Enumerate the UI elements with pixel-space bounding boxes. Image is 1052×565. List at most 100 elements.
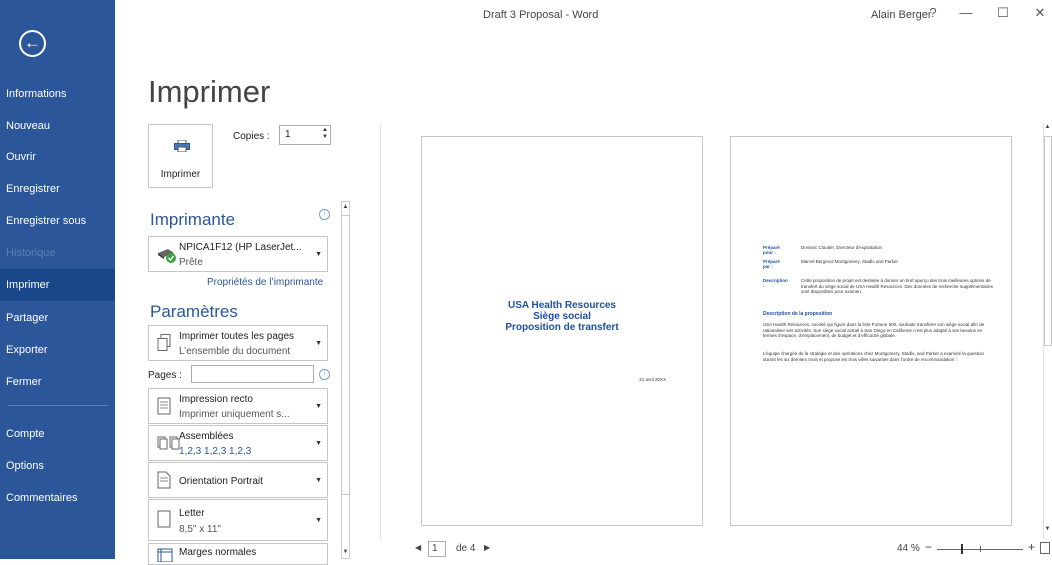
current-page-input[interactable]: 1 [428,541,446,557]
orientation-dropdown[interactable]: Orientation Portrait ▼ [148,462,328,498]
nav-informations[interactable]: Informations [0,78,115,110]
nav-historique: Historique [6,247,56,259]
chevron-down-icon: ▼ [315,517,322,524]
nav-compte[interactable]: Compte [0,418,115,450]
cover-title: USA Health Resources Siège social Propos… [422,300,702,333]
cover-title-line: Siège social [533,311,591,322]
info-icon[interactable]: i [319,369,330,380]
margins-label: Marges normales [179,547,257,558]
margins-icon [157,548,173,562]
collate-icon [157,436,180,450]
info-icon[interactable]: i [319,209,330,220]
scroll-down-icon[interactable]: ▼ [1043,526,1052,538]
zoom-slider-thumb[interactable] [961,544,963,554]
orientation-label: Orientation Portrait [179,476,263,487]
scroll-thumb[interactable] [341,215,350,495]
chevron-down-icon: ▼ [315,340,322,347]
nav-ouvrir[interactable]: Ouvrir [0,141,115,173]
proposal-paragraph-1: USA Health Resources, société qui figure… [763,322,985,338]
prepared-by-label: Préparé par : [763,259,780,269]
minimize-icon[interactable]: — [954,5,978,20]
settings-scrollbar[interactable]: ▲ ▼ [340,201,351,559]
maximize-icon[interactable]: ☐ [991,5,1015,21]
paper-icon [157,510,171,528]
scroll-down-icon[interactable]: ▼ [341,546,350,558]
chevron-down-icon: ▼ [315,403,322,410]
chevron-down-icon: ▼ [315,477,322,484]
zoom-slider-tick [980,546,981,552]
preview-scrollbar[interactable]: ▲ ▼ [1043,124,1052,539]
copies-spinner[interactable]: ▲ ▼ [322,127,328,141]
nav-imprimer[interactable]: Imprimer [0,269,115,301]
description-value: Cette proposition de projet est destinée… [801,278,993,294]
chevron-down-icon: ▼ [315,251,322,258]
nav-enregistrer-sous[interactable]: Enregistrer sous [0,205,115,237]
print-what-dropdown[interactable]: Imprimer toutes les pages L’ensemble du … [148,325,328,361]
collate-line2: 1,2,3 1,2,3 1,2,3 [179,446,252,457]
pages-input[interactable] [191,365,314,383]
prepared-for-label: Préparé pour : [763,245,780,255]
nav-partager[interactable]: Partager [0,302,115,334]
proposal-heading: Description de la proposition [763,311,833,317]
copies-label: Copies : [233,131,270,142]
print-button-label: Imprimer [160,169,201,180]
printer-dropdown[interactable]: NPICA1F12 (HP LaserJet... Prête ▼ [148,236,328,272]
next-page-icon[interactable]: ▶ [484,543,490,552]
sides-dropdown[interactable]: Impression recto Imprimer uniquement s..… [148,388,328,424]
cover-date: 21 avril 20XX [639,377,666,382]
preview-page-2: Préparé pour : Dominic Cloutier, Directe… [730,136,1012,526]
nav-nouveau[interactable]: Nouveau [0,110,115,142]
backstage-sidebar: ← Informations Nouveau Ouvrir Enregistre… [0,0,115,559]
paper-size-dropdown[interactable]: Letter 8,5" x 11" ▼ [148,499,328,541]
nav-fermer[interactable]: Fermer [0,366,115,398]
collate-line1: Assemblées [179,431,234,442]
help-icon[interactable]: ? [921,5,945,20]
margins-dropdown[interactable]: Marges normales [148,543,328,565]
printer-icon [174,140,190,152]
printer-heading: Imprimante [150,210,236,229]
zoom-to-page-icon[interactable] [1040,542,1050,554]
prepared-for-value: Dominic Cloutier, Directeur d’exploitati… [801,245,883,250]
copies-value: 1 [285,129,291,140]
chevron-down-icon: ▼ [315,440,322,447]
sides-line1: Impression recto [179,394,253,405]
previous-page-icon[interactable]: ◀ [415,543,421,552]
page-title: Imprimer [148,74,271,109]
sides-line2: Imprimer uniquement s... [179,409,290,420]
scroll-up-icon[interactable]: ▲ [1043,124,1052,136]
portrait-icon [157,471,171,489]
window-title: Draft 3 Proposal - Word [483,9,599,21]
preview-status-bar: ◀ 1 de 4 ▶ 44 % − + [388,540,1052,559]
print-button[interactable]: Imprimer [148,124,213,188]
collate-dropdown[interactable]: Assemblées 1,2,3 1,2,3 1,2,3 ▼ [148,425,328,461]
preview-page-1: USA Health Resources Siège social Propos… [421,136,703,526]
paper-line2: 8,5" x 11" [179,524,221,535]
nav-commentaires[interactable]: Commentaires [0,482,115,514]
cover-title-line: Proposition de transfert [505,322,619,333]
pane-divider [380,124,381,539]
nav-exporter[interactable]: Exporter [0,334,115,366]
scroll-thumb[interactable] [1044,136,1052,346]
print-preview: USA Health Resources Siège social Propos… [388,124,1043,539]
cover-title-line: USA Health Resources [508,300,616,311]
zoom-out-button[interactable]: − [925,540,932,554]
scroll-up-icon[interactable]: ▲ [341,201,350,213]
printer-status-icon [158,249,176,263]
settings-heading: Paramètres [150,302,238,321]
single-sided-icon [157,397,171,415]
nav-enregistrer[interactable]: Enregistrer [0,173,115,205]
printer-status: Prête [179,257,203,268]
print-what-line2: L’ensemble du document [179,346,291,357]
printer-properties-link[interactable]: Propriétés de l’imprimante [207,277,323,288]
nav-options[interactable]: Options [0,450,115,482]
zoom-level: 44 % [897,543,920,554]
close-icon[interactable]: ✕ [1028,5,1052,21]
back-arrow-icon[interactable]: ← [19,30,46,57]
title-bar: Draft 3 Proposal - Word Alain Berger ? —… [115,0,1052,30]
zoom-in-button[interactable]: + [1028,540,1035,554]
pages-icon [157,334,171,351]
copies-input[interactable]: 1 ▲ ▼ [279,125,331,145]
sidebar-divider [8,405,108,406]
page-count: de 4 [456,543,476,554]
print-what-line1: Imprimer toutes les pages [179,331,295,342]
